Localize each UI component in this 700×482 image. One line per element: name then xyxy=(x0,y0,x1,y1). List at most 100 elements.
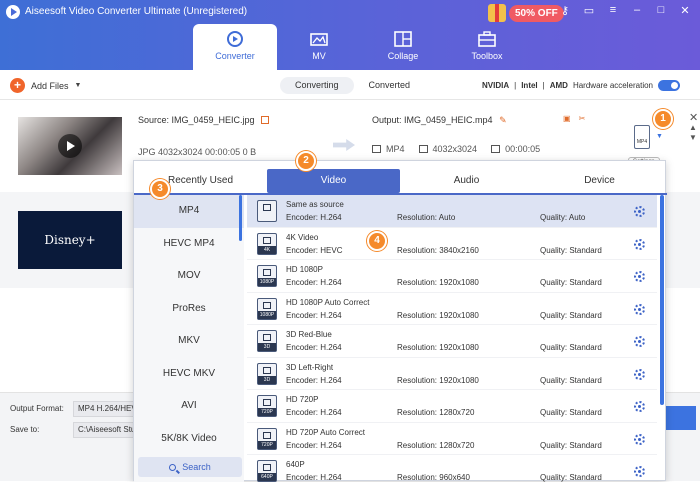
tab-video[interactable]: Video xyxy=(267,169,400,193)
format-dropdown-caret-icon[interactable]: ▼ xyxy=(656,133,663,140)
id3-icon[interactable]: ▣ xyxy=(563,114,571,123)
main-tabs: Converter MV Collage Toolbox xyxy=(193,24,529,70)
gear-icon[interactable] xyxy=(634,336,645,347)
info-icon[interactable] xyxy=(261,116,270,124)
tab-label: Collage xyxy=(387,51,419,61)
gear-icon[interactable] xyxy=(634,303,645,315)
profile-row[interactable]: 3D 3D Left-Right Encoder: H.264 Resoluti… xyxy=(247,358,657,390)
search-button[interactable]: Search xyxy=(138,457,242,477)
sidebar-item-avi[interactable]: AVI xyxy=(134,390,244,423)
promo-badge[interactable]: 50% OFF xyxy=(509,4,564,22)
output-resolution[interactable]: 4032x3024 xyxy=(418,144,477,154)
profile-row[interactable]: 3D 3D Red-Blue Encoder: H.264 Resolution… xyxy=(247,325,657,358)
close-icon[interactable]: ✕ xyxy=(678,4,692,17)
profile-row[interactable]: 640P 640P Encoder: H.264 Resolution: 960… xyxy=(247,455,657,482)
converting-tab[interactable]: Converting xyxy=(280,77,354,94)
hw-accel-toggle[interactable] xyxy=(658,80,680,91)
gear-icon[interactable] xyxy=(634,466,645,477)
profile-name: HD 1080P xyxy=(286,265,323,274)
profile-row[interactable]: 1080P HD 1080P Encoder: H.264 Resolution… xyxy=(247,260,657,293)
callout-1: 1 xyxy=(653,109,673,129)
source-info: JPG 4032x3024 00:00:05 0 B xyxy=(138,147,257,157)
minimize-icon[interactable]: – xyxy=(630,4,644,17)
add-files-button[interactable]: + Add Files ▼ xyxy=(10,78,81,93)
menu-icon[interactable]: ≡ xyxy=(606,4,620,17)
profile-quality: Quality: Auto xyxy=(540,213,586,222)
profile-tag: 1080P xyxy=(258,278,276,286)
profile-quality: Quality: Standard xyxy=(540,310,602,320)
arrow-right-icon xyxy=(333,139,355,151)
sidebar-item-mov[interactable]: MOV xyxy=(134,260,244,293)
profile-tag: 720P xyxy=(258,440,276,449)
sidebar-item-5k-8k-video[interactable]: 5K/8K Video xyxy=(134,423,244,456)
video-thumbnail[interactable] xyxy=(18,117,122,175)
converted-tab[interactable]: Converted xyxy=(354,77,426,94)
gear-icon[interactable] xyxy=(634,271,645,282)
profile-row[interactable]: 720P HD 720P Auto Correct Encoder: H.264… xyxy=(247,423,657,455)
edit-icon[interactable]: ✎ xyxy=(499,115,507,125)
play-icon[interactable] xyxy=(58,134,82,158)
film-icon xyxy=(263,269,271,276)
profile-encoder: Encoder: H.264 xyxy=(286,375,342,385)
status-segment: Converting Converted xyxy=(280,77,425,94)
sidebar-item-mkv[interactable]: MKV xyxy=(134,325,244,358)
convert-all-button[interactable] xyxy=(662,406,696,430)
profile-tag: 3D xyxy=(258,375,276,384)
output-duration-value: 00:00:05 xyxy=(505,144,541,154)
sidebar-item-hevc-mkv[interactable]: HEVC MKV xyxy=(134,358,244,391)
output-format-select[interactable]: MP4 H.264/HEVC xyxy=(73,401,135,417)
profile-quality: Quality: Standard xyxy=(540,343,602,352)
profile-tag: 640P xyxy=(258,473,276,481)
gear-icon[interactable] xyxy=(634,401,645,412)
sidebar-item-hevc-mp4[interactable]: HEVC MP4 xyxy=(134,228,244,261)
chevron-down-icon[interactable]: ▼ xyxy=(689,133,697,142)
gear-icon[interactable] xyxy=(634,238,645,250)
film-icon xyxy=(372,145,381,153)
profile-row[interactable]: 720P HD 720P Encoder: H.264 Resolution: … xyxy=(247,390,657,423)
nvidia-label: NVIDIA xyxy=(482,81,510,90)
3d-red-blue-icon: 3D xyxy=(257,330,277,352)
cut-icon[interactable]: ✂ xyxy=(579,114,586,123)
format-sidebar: MP4 HEVC MP4 MOV ProRes MKV HEVC MKV AVI… xyxy=(134,195,244,482)
profile-encoder: Encoder: H.264 xyxy=(286,343,342,352)
profile-row[interactable]: 4K 4K Video Encoder: HEVC Resolution: 38… xyxy=(247,228,657,260)
tab-mv[interactable]: MV xyxy=(277,24,361,70)
profile-name: 640P xyxy=(286,460,305,469)
chat-icon[interactable]: ▭ xyxy=(582,4,596,17)
output-info: MP4 4032x3024 00:00:05 xyxy=(372,144,540,154)
promo-banner[interactable]: 50% OFF xyxy=(488,3,564,23)
source-label: Source: IMG_0459_HEIC.jpg xyxy=(138,115,255,125)
sidebar-scrollbar[interactable] xyxy=(239,195,242,241)
tab-converter[interactable]: Converter xyxy=(193,24,277,70)
output-format-label: Output Format: xyxy=(10,404,64,413)
gear-icon[interactable] xyxy=(634,433,645,445)
output-format-icon[interactable]: MP4 xyxy=(634,125,650,149)
film-icon xyxy=(263,236,271,244)
hd-1080p-auto-correct-icon: 1080P xyxy=(257,297,277,320)
profile-tag: 1080P xyxy=(258,310,276,319)
profile-tag: 3D xyxy=(258,343,276,351)
output-format[interactable]: MP4 xyxy=(372,144,405,154)
save-to-field[interactable]: C:\Aiseesoft Studio xyxy=(73,422,135,438)
profile-encoder: Encoder: H.264 xyxy=(286,213,342,222)
mv-icon xyxy=(310,33,328,46)
sidebar-item-mp4[interactable]: MP4 xyxy=(134,195,244,228)
tab-audio[interactable]: Audio xyxy=(400,169,533,193)
caret-down-icon[interactable]: ▼ xyxy=(75,82,82,89)
video-thumbnail[interactable]: Disney+ xyxy=(18,211,122,269)
list-scrollbar[interactable] xyxy=(660,195,664,405)
sidebar-item-prores[interactable]: ProRes xyxy=(134,293,244,326)
chevron-up-icon[interactable]: ▲ xyxy=(689,123,697,132)
profile-row[interactable]: Same as source Encoder: H.264 Resolution… xyxy=(247,195,657,228)
title-bar: Aiseesoft Video Converter Ultimate (Unre… xyxy=(0,0,700,70)
key-icon[interactable]: ⚷ xyxy=(558,4,572,17)
profile-tag: 720P xyxy=(258,408,276,416)
separator: | xyxy=(542,81,545,90)
maximize-icon[interactable]: □ xyxy=(654,4,668,17)
profile-row[interactable]: 1080P HD 1080P Auto Correct Encoder: H.2… xyxy=(247,293,657,325)
tab-toolbox[interactable]: Toolbox xyxy=(445,24,529,70)
tab-device[interactable]: Device xyxy=(533,169,666,193)
tab-collage[interactable]: Collage xyxy=(361,24,445,70)
gear-icon[interactable] xyxy=(634,368,645,380)
gear-icon[interactable] xyxy=(634,206,645,217)
